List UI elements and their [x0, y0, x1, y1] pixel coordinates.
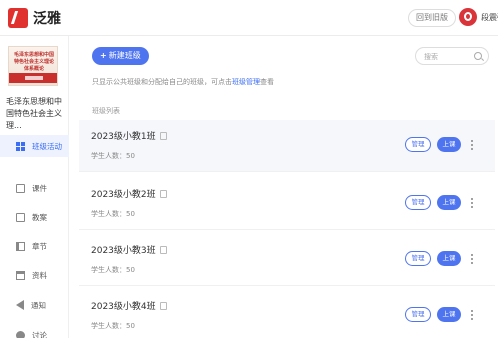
folder-icon	[16, 270, 25, 280]
chat-icon	[16, 330, 25, 338]
start-class-button[interactable]: 上课	[437, 195, 461, 210]
main-content: + 新建班级 搜索 只显示公共班级和分配给自己的班级，可点击班级管理查看 班级列表…	[69, 36, 498, 338]
hint-suffix: 查看	[260, 78, 274, 86]
start-class-button[interactable]: 上课	[437, 137, 461, 152]
more-options-icon[interactable]	[471, 197, 473, 208]
search-input[interactable]: 搜索	[415, 47, 489, 65]
sidebar-item-label: 资料	[32, 270, 47, 280]
logo[interactable]: 泛雅	[8, 8, 61, 28]
more-options-icon[interactable]	[471, 253, 473, 264]
plus-icon: +	[100, 51, 107, 60]
manage-button[interactable]: 管理	[405, 307, 431, 322]
student-count: 学生人数：50	[91, 322, 135, 330]
new-class-label: 新建班级	[108, 51, 141, 60]
class-row[interactable]: 2023级小教3班 学生人数：50 管理 上课	[79, 234, 495, 286]
student-count: 学生人数：50	[91, 266, 135, 274]
copy-icon[interactable]	[159, 301, 167, 310]
class-list-heading: 班级列表	[92, 107, 120, 115]
hint-text: 只显示公共班级和分配给自己的班级，可点击班级管理查看	[92, 77, 274, 87]
top-header: 泛雅 回到旧版 段震强	[0, 0, 498, 36]
sidebar-item-label: 班级活动	[32, 141, 62, 151]
sidebar-item-class-activity[interactable]: 班级活动	[0, 135, 69, 157]
book-icon	[16, 241, 25, 251]
student-count: 学生人数：50	[91, 152, 135, 160]
sidebar-item-label: 课件	[32, 183, 47, 193]
sidebar-item-label: 讨论	[32, 330, 47, 338]
course-cover-text: 毛泽东思想和中国特色社会主义理论体系概论	[13, 52, 54, 72]
grid-icon	[16, 141, 25, 151]
more-options-icon[interactable]	[471, 139, 473, 150]
sidebar-item-materials[interactable]: 资料	[0, 264, 69, 286]
sidebar-item-label: 章节	[32, 241, 47, 251]
course-cover[interactable]: 毛泽东思想和中国特色社会主义理论体系概论	[8, 46, 58, 86]
more-options-icon[interactable]	[471, 309, 473, 320]
sidebar-item-chapters[interactable]: 章节	[0, 235, 69, 257]
manage-button[interactable]: 管理	[405, 251, 431, 266]
avatar[interactable]	[459, 8, 477, 26]
logo-text: 泛雅	[33, 11, 61, 27]
document-icon	[16, 183, 25, 193]
user-menu[interactable]: 段震强	[459, 8, 498, 26]
sidebar-item-notices[interactable]: 通知	[0, 294, 69, 316]
copy-icon[interactable]	[159, 245, 167, 254]
class-name-wrap: 2023级小教4班	[91, 299, 167, 312]
logo-mark-icon	[8, 8, 28, 28]
sidebar-item-label: 教案	[32, 212, 47, 222]
course-title[interactable]: 毛泽东思想和中国特色社会主义理...	[6, 96, 66, 132]
student-count: 学生人数：50	[91, 210, 135, 218]
class-name: 2023级小教2班	[91, 190, 156, 200]
class-name: 2023级小教4班	[91, 302, 156, 312]
back-to-old-version-button[interactable]: 回到旧版	[408, 9, 456, 27]
sidebar-item-label: 通知	[31, 300, 46, 310]
search-icon[interactable]	[474, 52, 482, 60]
start-class-button[interactable]: 上课	[437, 251, 461, 266]
class-management-link[interactable]: 班级管理	[232, 78, 260, 86]
class-name: 2023级小教1班	[91, 132, 156, 142]
copy-icon[interactable]	[159, 131, 167, 140]
megaphone-icon	[16, 300, 24, 310]
class-row[interactable]: 2023级小教2班 学生人数：50 管理 上课	[79, 178, 495, 230]
manage-button[interactable]: 管理	[405, 137, 431, 152]
class-name-wrap: 2023级小教2班	[91, 187, 167, 200]
new-class-button[interactable]: + 新建班级	[92, 47, 149, 65]
class-name: 2023级小教3班	[91, 246, 156, 256]
class-row[interactable]: 2023级小教4班 学生人数：50 管理 上课	[79, 290, 495, 338]
sidebar: 毛泽东思想和中国特色社会主义理论体系概论 毛泽东思想和中国特色社会主义理... …	[0, 36, 69, 338]
manage-button[interactable]: 管理	[405, 195, 431, 210]
search-placeholder: 搜索	[424, 53, 438, 61]
class-name-wrap: 2023级小教1班	[91, 129, 167, 142]
class-row[interactable]: 2023级小教1班 学生人数：50 管理 上课	[79, 120, 495, 172]
sidebar-item-lesson-plan[interactable]: 教案	[0, 206, 69, 228]
course-cover-band	[9, 73, 57, 83]
document-icon	[16, 212, 25, 222]
class-name-wrap: 2023级小教3班	[91, 243, 167, 256]
username[interactable]: 段震强	[481, 12, 498, 23]
sidebar-item-discussion[interactable]: 讨论	[0, 324, 69, 338]
sidebar-item-courseware[interactable]: 课件	[0, 177, 69, 199]
copy-icon[interactable]	[159, 189, 167, 198]
hint-prefix: 只显示公共班级和分配给自己的班级，可点击	[92, 78, 232, 86]
start-class-button[interactable]: 上课	[437, 307, 461, 322]
